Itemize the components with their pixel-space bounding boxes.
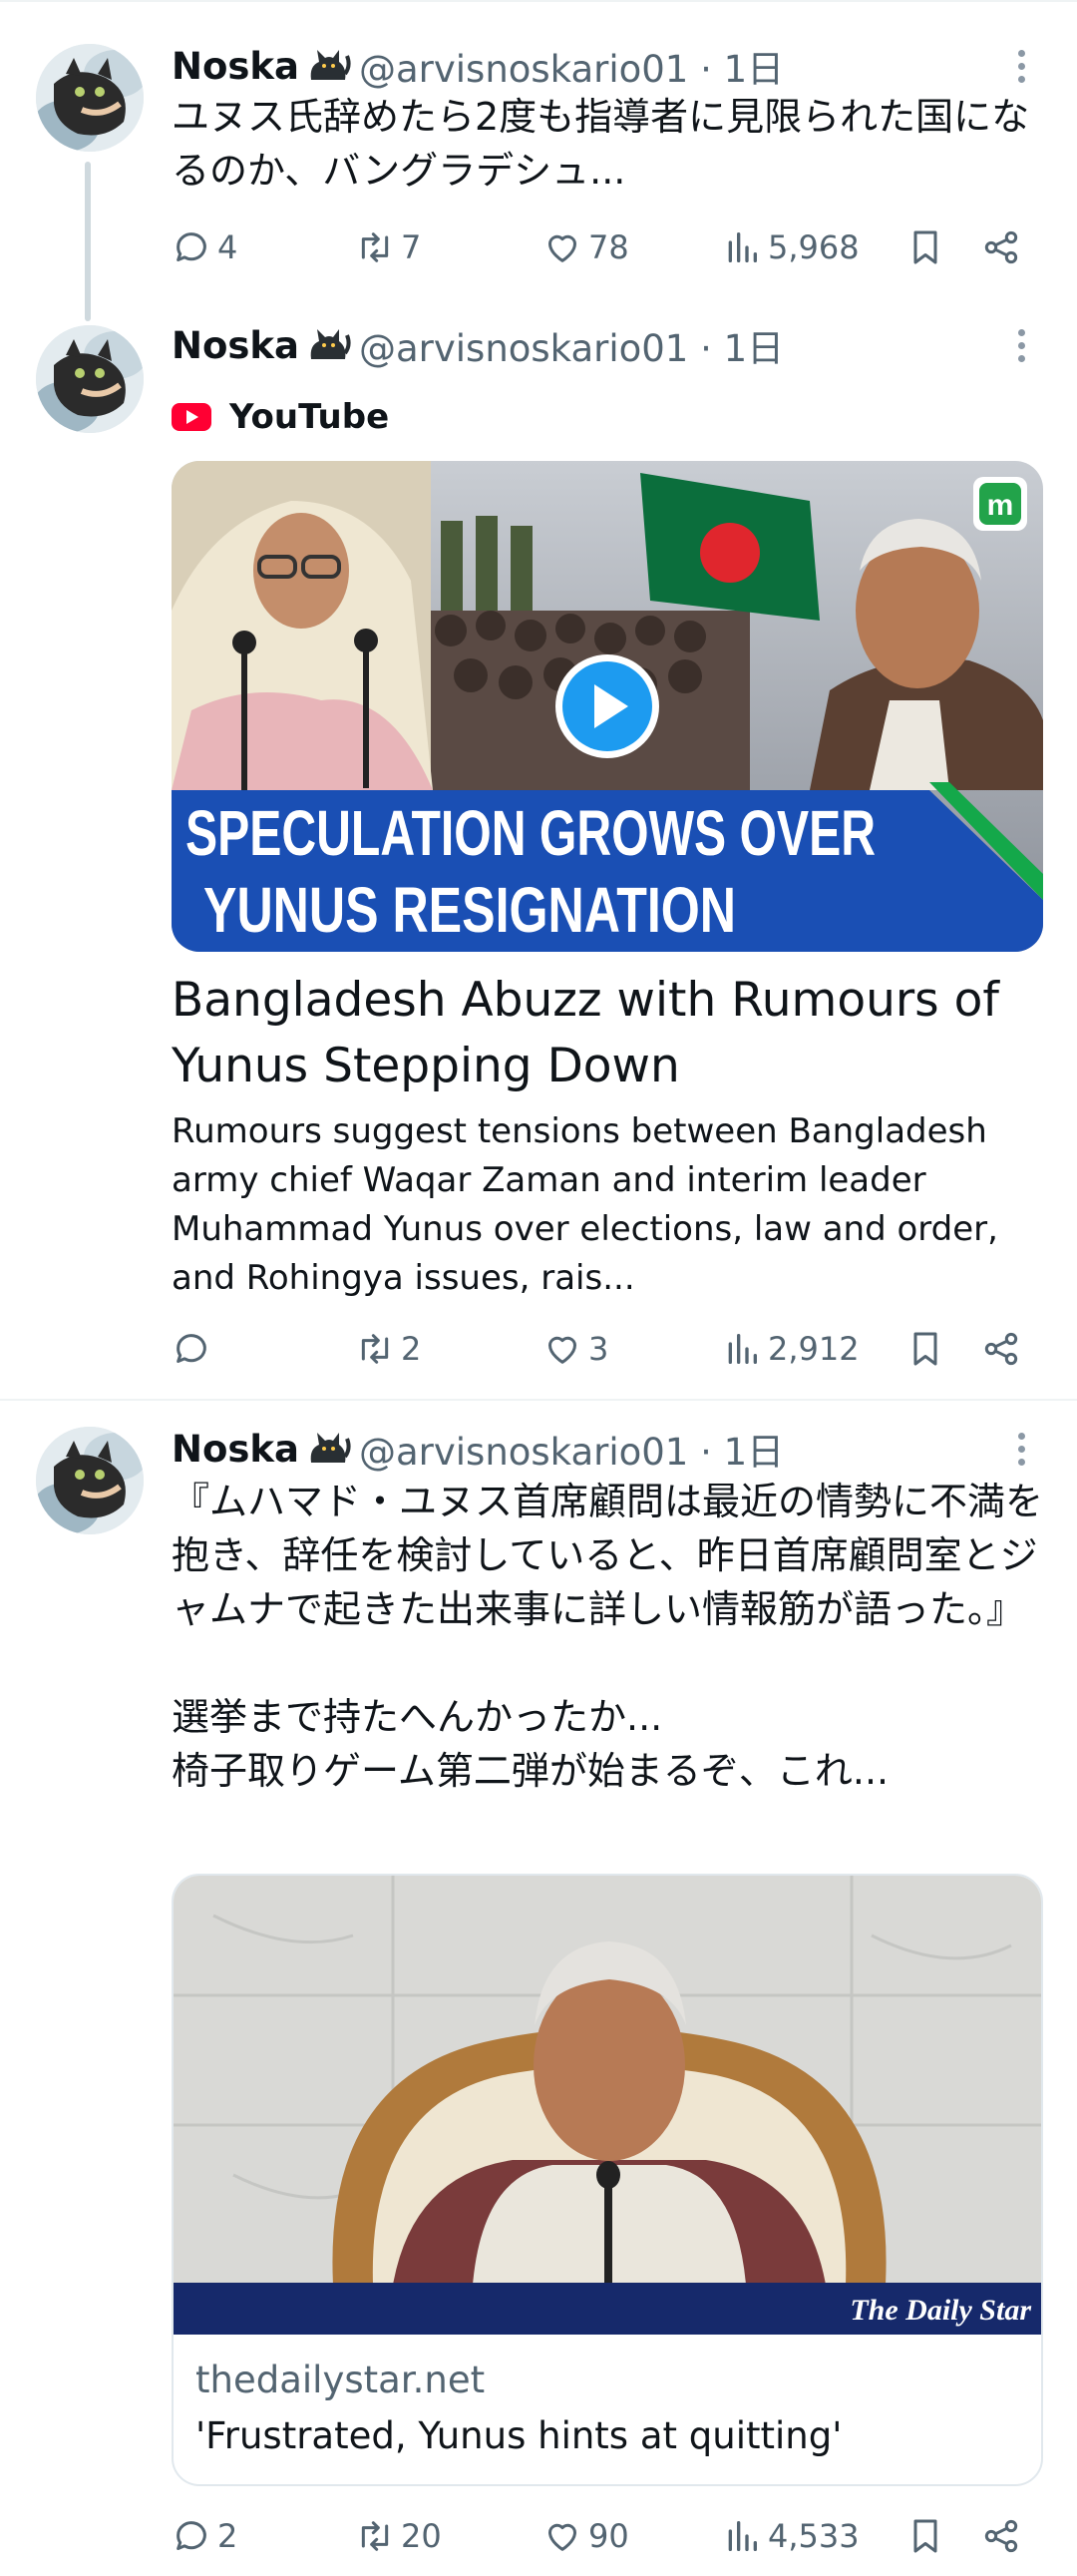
tweet-actions: 2 20 90 4,533: [172, 2506, 1049, 2566]
reply-button[interactable]: [172, 1319, 217, 1379]
source-label: YouTube: [229, 397, 390, 437]
cat-emoji-icon: [310, 1433, 351, 1463]
analytics-icon: [728, 1334, 757, 1364]
like-count: 78: [588, 228, 629, 266]
share-button[interactable]: [981, 1319, 1021, 1379]
publisher-watermark: The Daily Star: [850, 2294, 1031, 2327]
link-domain: thedailystar.net: [195, 2359, 486, 2401]
retweet-icon: [361, 232, 389, 262]
bookmark-icon: [913, 1332, 937, 1366]
display-name[interactable]: Noska: [172, 324, 299, 367]
heart-icon: [548, 234, 576, 262]
cat-emoji-icon: [310, 329, 351, 359]
retweet-button[interactable]: 20: [355, 2506, 442, 2566]
more-options-icon[interactable]: [1001, 1421, 1041, 1477]
like-button[interactable]: 90: [542, 2506, 629, 2566]
tweet-header: Noska @arvisnoskario01 · 1日: [172, 38, 1057, 94]
card-title[interactable]: Bangladesh Abuzz with Rumours of Yunus S…: [172, 968, 1049, 1099]
views-button[interactable]: 2,912: [722, 1319, 860, 1379]
reply-count: 4: [217, 228, 238, 266]
views-button[interactable]: 4,533: [722, 2506, 860, 2566]
bookmark-button[interactable]: [905, 1319, 945, 1379]
retweet-icon: [361, 1334, 389, 1364]
reply-button[interactable]: 4: [172, 217, 237, 277]
analytics-icon: [728, 2521, 757, 2551]
reply-icon: [177, 2521, 206, 2550]
retweet-button[interactable]: 7: [355, 217, 421, 277]
tweet-header: Noska @arvisnoskario01 · 1日: [172, 317, 1057, 373]
heart-icon: [548, 1336, 576, 1364]
tweet-text: 『ムハマド・ユヌス首席顧問は最近の情勢に不満を抱き、辞任を検討していると、昨日首…: [172, 1480, 1044, 1793]
retweet-count: 7: [401, 228, 422, 266]
banner-line-1: SPECULATION GROWS OVER: [185, 797, 876, 869]
view-count: 4,533: [768, 2517, 860, 2555]
bookmark-button[interactable]: [905, 217, 945, 277]
display-name[interactable]: Noska: [172, 45, 299, 88]
link-card[interactable]: The Daily Star thedailystar.net 'Frustra…: [172, 1874, 1043, 2486]
card-description: Rumours suggest tensions between Banglad…: [172, 1111, 998, 1298]
avatar[interactable]: [36, 1427, 144, 1534]
video-thumbnail[interactable]: m SPECULATION GROWS OVER YUNUS RESIGNATI…: [172, 461, 1043, 952]
reply-icon: [177, 1334, 206, 1363]
retweet-button[interactable]: 2: [355, 1319, 421, 1379]
youtube-icon: [172, 403, 211, 431]
tweet-divider: [0, 1399, 1077, 1401]
share-icon: [984, 2519, 1018, 2553]
view-count: 5,968: [768, 228, 860, 266]
channel-badge: m: [987, 489, 1014, 522]
view-count: 2,912: [768, 1330, 860, 1368]
more-options-icon[interactable]: [1001, 38, 1041, 94]
cat-emoji-icon: [310, 50, 351, 80]
retweet-count: 20: [401, 2517, 442, 2555]
handle-and-time[interactable]: @arvisnoskario01 · 1日: [359, 318, 784, 372]
display-name[interactable]: Noska: [172, 1428, 299, 1471]
tweet-actions: 4 7 78 5,968: [172, 217, 1049, 277]
heart-icon: [548, 2523, 576, 2551]
link-title: 'Frustrated, Yunus hints at quitting': [195, 2414, 843, 2457]
views-button[interactable]: 5,968: [722, 217, 860, 277]
more-options-icon[interactable]: [1001, 317, 1041, 373]
avatar[interactable]: [36, 44, 144, 152]
reply-button[interactable]: 2: [172, 2506, 237, 2566]
analytics-icon: [728, 232, 757, 262]
like-count: 90: [588, 2517, 629, 2555]
retweet-count: 2: [401, 1330, 422, 1368]
source-row: YouTube: [172, 389, 389, 445]
bookmark-icon: [913, 2519, 937, 2553]
reply-icon: [177, 232, 206, 261]
like-button[interactable]: 3: [542, 1319, 608, 1379]
like-button[interactable]: 78: [542, 217, 629, 277]
tweet-text: ユヌス氏辞めたら2度も指導者に見限られた国になるのか、バングラデシュ...: [172, 95, 1030, 193]
share-button[interactable]: [981, 217, 1021, 277]
tweet-header: Noska @arvisnoskario01 · 1日: [172, 1421, 1057, 1477]
handle-and-time[interactable]: @arvisnoskario01 · 1日: [359, 1422, 784, 1476]
bookmark-button[interactable]: [905, 2506, 945, 2566]
reply-count: 2: [217, 2517, 238, 2555]
like-count: 3: [588, 1330, 609, 1368]
share-button[interactable]: [981, 2506, 1021, 2566]
handle-and-time[interactable]: @arvisnoskario01 · 1日: [359, 39, 784, 93]
tweet-actions: 2 3 2,912: [172, 1319, 1049, 1379]
retweet-icon: [361, 2521, 389, 2551]
bookmark-icon: [913, 230, 937, 264]
thread-connector: [85, 162, 91, 321]
banner-line-2: YUNUS RESIGNATION: [203, 874, 736, 946]
share-icon: [984, 230, 1018, 264]
avatar[interactable]: [36, 325, 144, 433]
article-image: The Daily Star: [174, 1876, 1041, 2335]
top-divider: [0, 0, 1077, 2]
share-icon: [984, 1332, 1018, 1366]
